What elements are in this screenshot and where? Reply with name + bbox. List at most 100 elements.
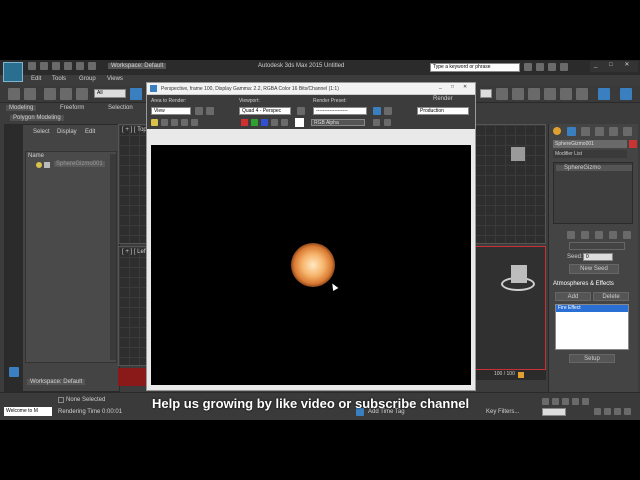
render-button[interactable]: Render [433,96,453,102]
play-icon[interactable] [562,398,569,405]
viewport-dropdown[interactable]: Quad 4 - Perspec [239,107,291,115]
object-name-field[interactable]: SphereGizmo001 [553,140,627,148]
render-preset-dropdown[interactable]: ------------------- [313,107,367,115]
print-image-icon[interactable] [181,119,188,126]
frame-window-titlebar[interactable]: Perspective, frame 100, Display Gamma: 2… [147,83,475,95]
frame-close-icon[interactable]: ✕ [463,84,467,90]
tab-modeling[interactable]: Modeling [6,105,37,111]
render-setup-icon[interactable] [598,88,610,100]
atmospheres-effects-rollout[interactable]: Atmospheres & Effects [553,281,614,287]
list-item[interactable]: Fire Effect [556,305,628,312]
environment-icon[interactable] [384,107,392,115]
redo-icon[interactable] [76,62,84,70]
workspace-selector[interactable]: Workspace: Default [108,63,167,69]
help-icon[interactable] [560,63,568,71]
bind-icon[interactable] [76,88,88,100]
viewport-top[interactable]: [ + ] [ Top ] [118,124,150,244]
explorer-tab-display[interactable]: Display [57,129,77,135]
hold-icon[interactable] [88,62,96,70]
selection-filter[interactable]: All [94,89,126,98]
layer-icon[interactable] [528,88,540,100]
light-bulb-icon[interactable] [36,162,42,168]
render-mode-dropdown[interactable]: Production [417,107,469,115]
subtab-polygon-modeling[interactable]: Polygon Modeling [10,115,64,121]
new-seed-button[interactable]: New Seed [569,264,619,274]
viewport-perspective[interactable] [474,246,546,370]
area-to-render-dropdown[interactable]: View [151,107,191,115]
schematic-icon[interactable] [560,88,572,100]
previous-frame-icon[interactable] [552,398,559,405]
delete-effect-button[interactable]: Delete [593,292,629,301]
create-tab-icon[interactable] [553,127,561,135]
hemisphere-checkbox[interactable] [569,242,625,250]
save-icon[interactable] [52,62,60,70]
link-icon[interactable] [44,88,56,100]
explorer-mode-icon[interactable] [9,367,19,377]
alpha-channel-icon[interactable] [271,119,278,126]
redo-tool-icon[interactable] [24,88,36,100]
toggle-ui-overlay-icon[interactable] [373,119,380,126]
render-setup-icon-frame[interactable] [373,107,381,115]
channel-display-dropdown[interactable]: RGB Alpha [311,119,365,126]
minimize-icon[interactable]: _ [594,62,597,68]
clear-icon[interactable] [191,119,198,126]
open-icon[interactable] [40,62,48,70]
monochrome-icon[interactable] [281,119,288,126]
explorer-tab-edit[interactable]: Edit [85,129,95,135]
green-channel-icon[interactable] [251,119,258,126]
current-frame-field[interactable] [542,408,566,416]
search-icon[interactable] [524,63,532,71]
new-icon[interactable] [28,62,36,70]
copy-image-icon[interactable] [161,119,168,126]
align-icon[interactable] [512,88,524,100]
object-color-swatch[interactable] [629,140,637,148]
view-cube-icon[interactable] [511,147,525,161]
search-input[interactable]: Type a keyword or phrase [430,63,520,72]
configure-sets-icon[interactable] [623,231,631,239]
time-slider-handle[interactable] [518,372,524,378]
go-to-end-icon[interactable] [582,398,589,405]
tab-selection[interactable]: Selection [108,105,133,111]
next-frame-icon[interactable] [572,398,579,405]
lock-viewport-icon[interactable] [297,107,305,115]
viewport-left[interactable]: [ + ] [ Left ] [118,246,151,366]
material-editor-icon[interactable] [576,88,588,100]
save-image-icon[interactable] [151,119,158,126]
edit-region-icon[interactable] [195,107,203,115]
curve-editor-icon[interactable] [544,88,556,100]
frame-minimize-icon[interactable]: _ [439,84,442,90]
render-icon[interactable] [620,88,632,100]
list-item[interactable]: SphereGizmo001 [54,161,105,167]
maximize-icon[interactable]: □ [609,62,613,68]
unlink-icon[interactable] [60,88,72,100]
view-cube-icon-perspective[interactable] [511,265,527,283]
close-icon[interactable]: ✕ [624,62,629,68]
undo-icon[interactable] [64,62,72,70]
color-swatch[interactable] [295,118,304,127]
visibility-icon[interactable] [44,162,50,168]
time-slider[interactable]: 100 / 100 [474,370,546,380]
effects-list[interactable]: Fire Effect [555,304,629,350]
explorer-scrollbar[interactable] [110,154,116,360]
explorer-column-name[interactable]: Name [28,153,44,159]
seed-input[interactable]: 0 [583,253,613,261]
maxscript-listener[interactable]: Welcome to M [4,407,52,416]
auto-region-icon[interactable] [206,107,214,115]
pan-icon[interactable] [594,408,601,415]
key-filters-button[interactable]: Key Filters... [486,409,519,415]
clone-frame-icon[interactable] [171,119,178,126]
select-object-icon[interactable] [130,88,142,100]
explorer-tab-select[interactable]: Select [33,129,50,135]
modifier-stack-item[interactable]: SphereGizmo [556,165,632,171]
auto-key-button[interactable] [118,368,148,386]
lock-selection-icon[interactable] [58,397,64,403]
pin-stack-icon[interactable] [567,231,575,239]
toggle-ui-icon[interactable] [384,119,391,126]
make-unique-icon[interactable] [595,231,603,239]
go-to-start-icon[interactable] [542,398,549,405]
modify-tab-icon[interactable] [567,127,576,136]
window-controls[interactable]: _ □ ✕ [590,61,638,72]
motion-tab-icon[interactable] [595,127,604,136]
maximize-viewport-icon[interactable] [624,408,631,415]
orbit-icon[interactable] [604,408,611,415]
